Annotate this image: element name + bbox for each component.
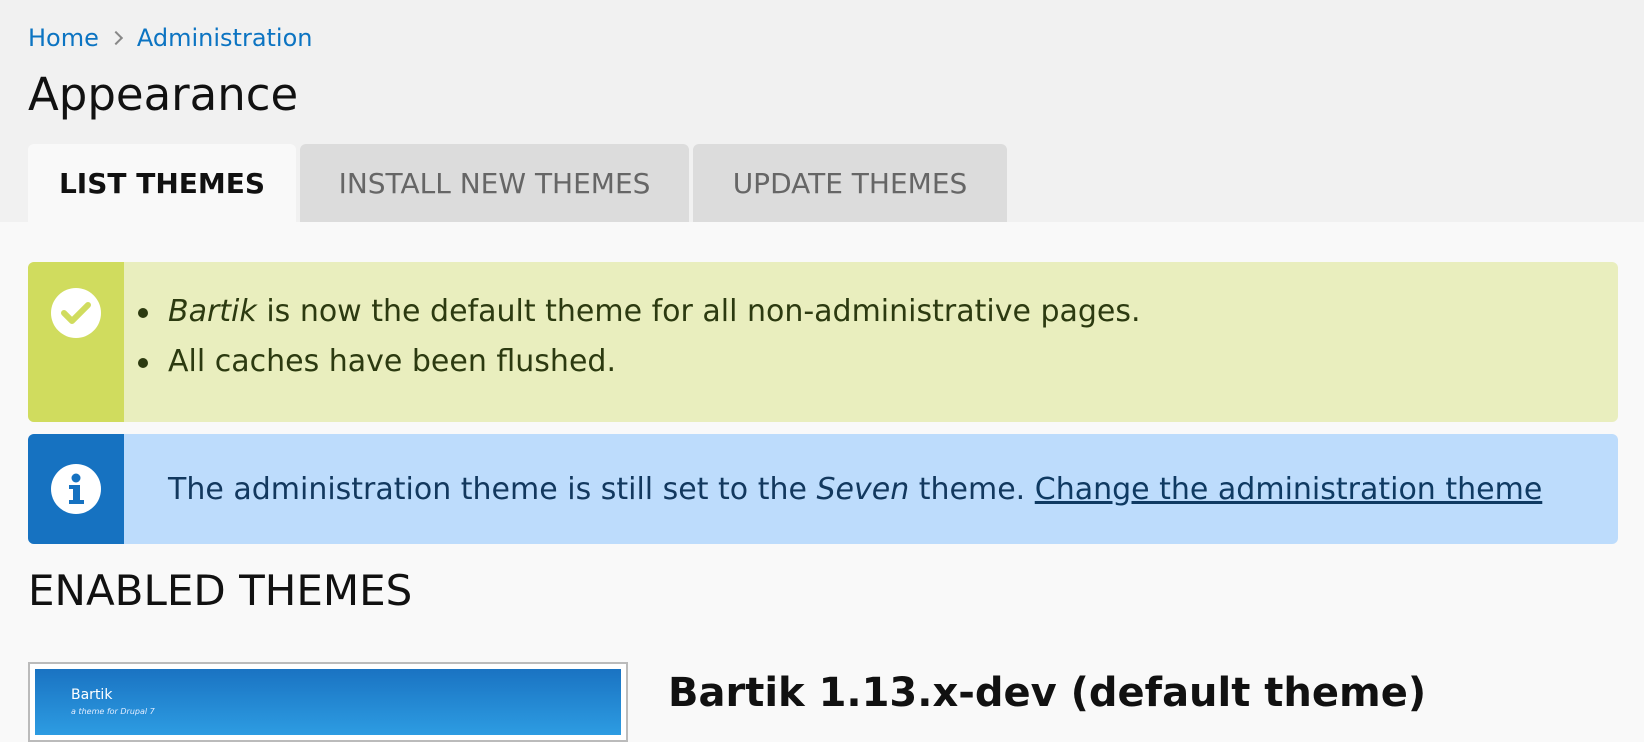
status-message: Bartik is now the default theme for all … xyxy=(28,262,1618,422)
page-header: Home Administration Appearance LIST THEM… xyxy=(0,0,1644,222)
theme-screenshot-image: Bartik a theme for Drupal 7 xyxy=(35,669,621,735)
enabled-themes-heading: ENABLED THEMES xyxy=(28,566,413,615)
tab-list-themes[interactable]: LIST THEMES xyxy=(28,144,296,222)
status-message-item: Bartik is now the default theme for all … xyxy=(134,292,1618,342)
info-message: The administration theme is still set to… xyxy=(28,434,1618,544)
theme-screenshot: Bartik a theme for Drupal 7 xyxy=(28,662,628,742)
theme-name: Bartik 1.13.x-dev (default theme) xyxy=(668,670,1427,716)
default-theme-name: Bartik xyxy=(168,294,257,329)
info-message-text: The administration theme is still set to… xyxy=(168,472,1618,507)
info-text-after: theme. xyxy=(909,471,1035,507)
admin-theme-name: Seven xyxy=(816,471,910,507)
status-accent-bar xyxy=(28,262,124,422)
info-message-body: The administration theme is still set to… xyxy=(124,434,1618,544)
change-admin-theme-link[interactable]: Change the administration theme xyxy=(1035,472,1543,507)
breadcrumb-administration-link[interactable]: Administration xyxy=(137,24,313,52)
screenshot-site-name: Bartik xyxy=(71,687,113,703)
primary-tabs: LIST THEMES INSTALL NEW THEMES UPDATE TH… xyxy=(28,144,1011,222)
page-title: Appearance xyxy=(28,68,299,121)
status-message-list: Bartik is now the default theme for all … xyxy=(124,292,1618,392)
tab-update-themes[interactable]: UPDATE THEMES xyxy=(693,144,1007,222)
status-message-body: Bartik is now the default theme for all … xyxy=(124,262,1618,422)
tab-install-new-themes[interactable]: INSTALL NEW THEMES xyxy=(300,144,689,222)
status-message-text: is now the default theme for all non-adm… xyxy=(256,294,1141,329)
screenshot-slogan: a theme for Drupal 7 xyxy=(71,707,155,716)
info-icon xyxy=(51,464,101,514)
status-message-item: All caches have been flushed. xyxy=(134,342,1618,392)
chevron-right-icon xyxy=(108,30,123,46)
info-text-before: The administration theme is still set to… xyxy=(168,471,817,507)
status-message-text: All caches have been flushed. xyxy=(168,344,616,379)
info-accent-bar xyxy=(28,434,124,544)
breadcrumb-home-link[interactable]: Home xyxy=(28,24,99,52)
breadcrumb: Home Administration xyxy=(28,24,313,52)
check-circle-icon xyxy=(51,288,101,338)
